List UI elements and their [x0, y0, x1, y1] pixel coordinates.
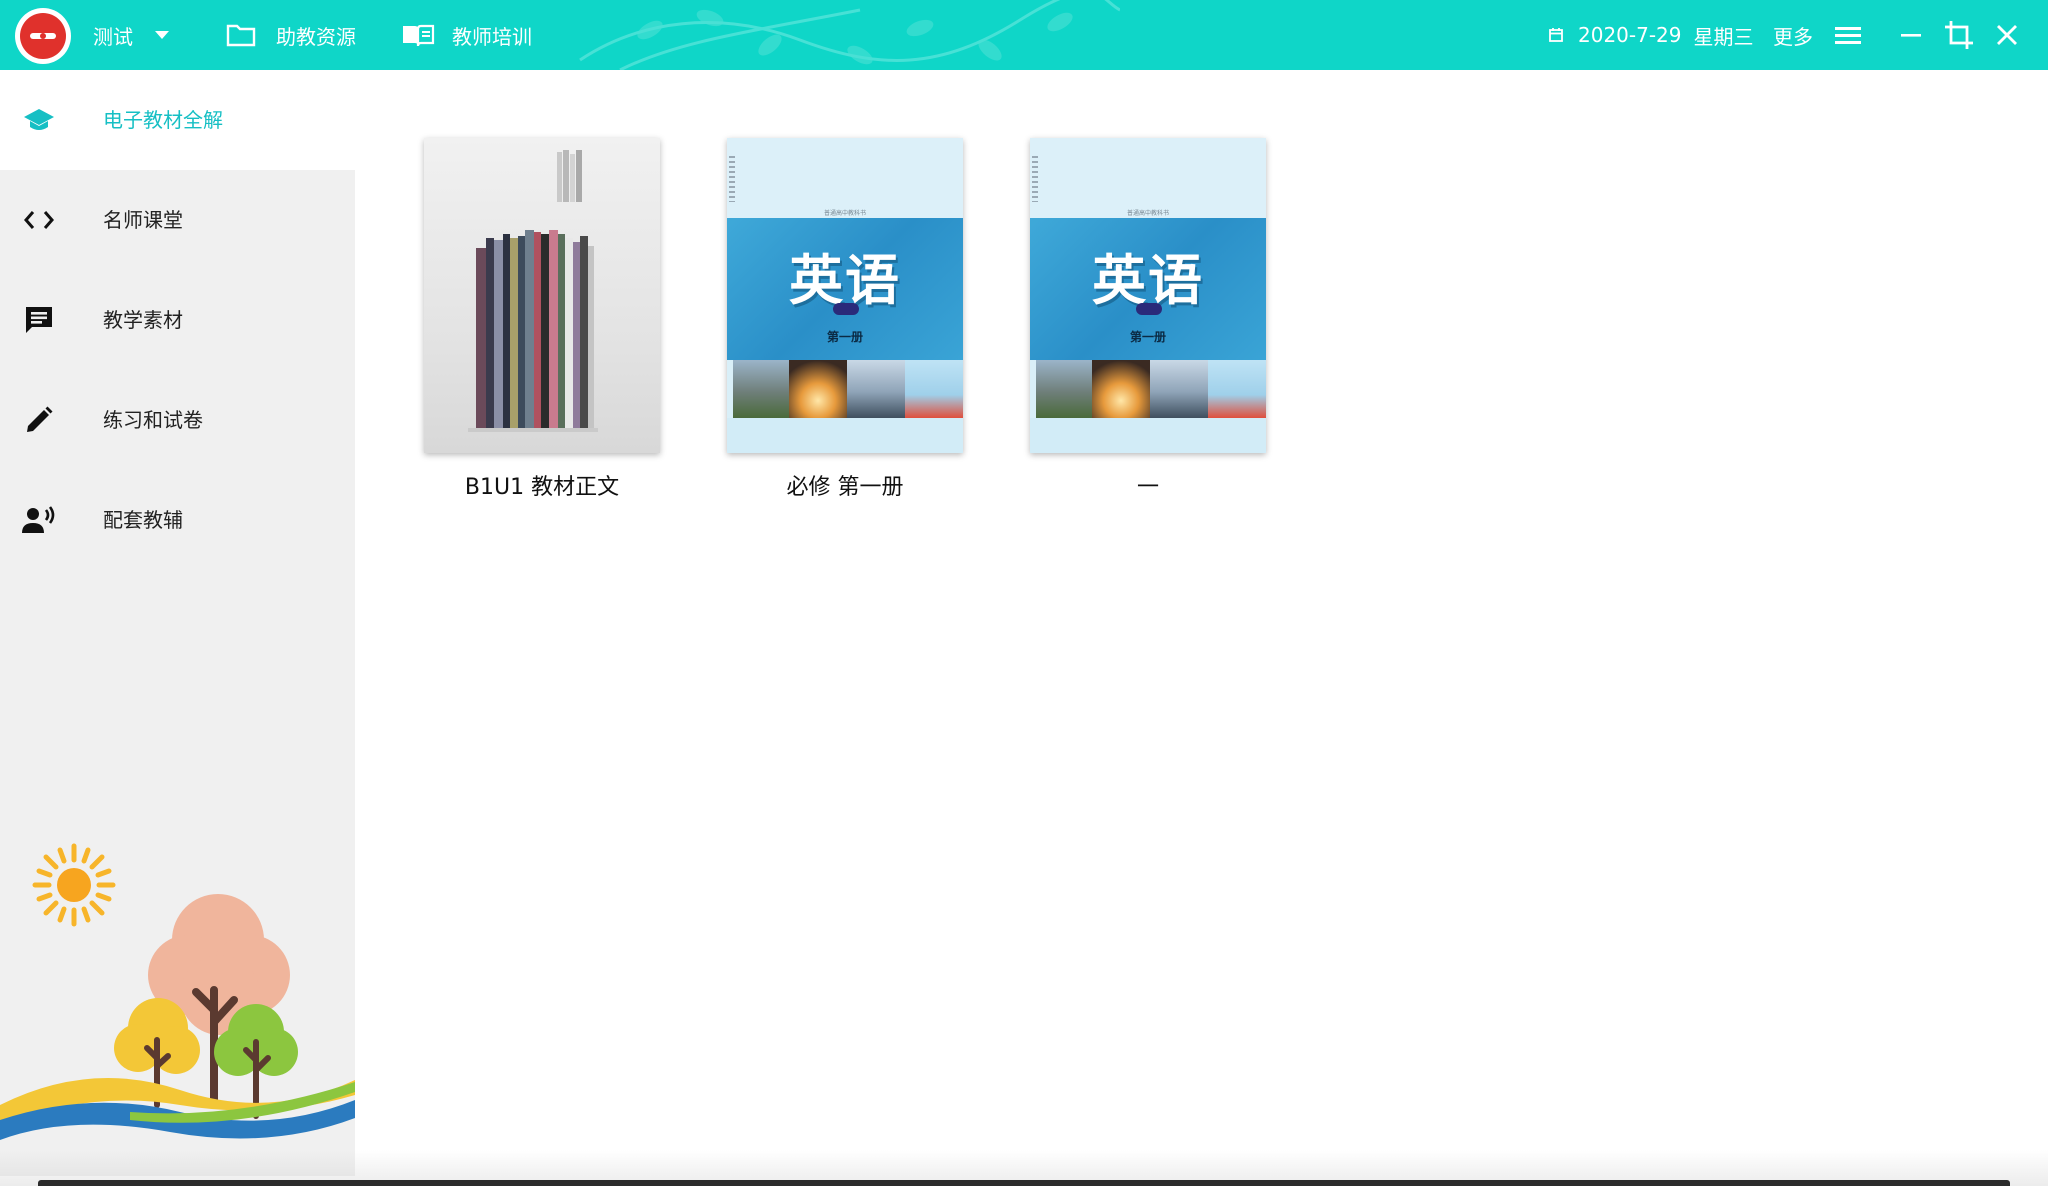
close-button[interactable]: [1987, 0, 2027, 70]
book-stack-illustration: [468, 150, 598, 432]
sidebar-label-e-textbook: 电子教材全解: [103, 108, 223, 132]
main-content: B1U1 教材正文 普通高中教科书 英语 第一册 必修 第一册 普通高中教科书 …: [355, 70, 2048, 1176]
book-card[interactable]: 普通高中教科书 英语 第一册 必修 第一册: [727, 138, 963, 501]
book-card[interactable]: B1U1 教材正文: [424, 138, 660, 501]
hamburger-menu-icon: [1835, 27, 1861, 44]
cover-badge: [833, 303, 859, 315]
open-book-icon: [403, 24, 435, 47]
logo-mark-icon: [30, 33, 56, 39]
nav-label-teacher-training: 教师培训: [452, 24, 532, 49]
sidebar-label-master-class: 名师课堂: [103, 208, 183, 232]
sidebar-item-teaching-materials[interactable]: 教学素材: [0, 270, 355, 370]
cover-photo-strip: [1036, 360, 1266, 418]
nav-teaching-resources[interactable]: 助教资源: [226, 0, 356, 70]
book-cover-stack: [424, 138, 660, 453]
calendar-icon: [1549, 28, 1563, 42]
cover-bottom-band: [727, 418, 963, 453]
cover-top-band: [1030, 138, 1266, 218]
speaker-person-icon: [22, 504, 56, 536]
more-menu-button[interactable]: 更多: [1773, 0, 1861, 70]
close-icon: [1997, 25, 2017, 45]
sidebar-label-supplementary: 配套教辅: [103, 508, 183, 532]
minimize-button[interactable]: [1891, 0, 1931, 70]
folder-icon: [226, 24, 256, 47]
crop-window-button[interactable]: [1939, 0, 1979, 70]
nav-label-teaching-resources: 助教资源: [276, 24, 356, 49]
user-switcher[interactable]: 测试: [93, 0, 169, 70]
cover-photo-strip: [733, 360, 963, 418]
bottom-edge: [38, 1180, 2010, 1186]
code-brackets-icon: [22, 204, 56, 236]
more-label: 更多: [1773, 24, 1813, 49]
book-cover-english: 普通高中教科书 英语 第一册: [1030, 138, 1266, 453]
cover-bottom-band: [1030, 418, 1266, 453]
book-card[interactable]: 普通高中教科书 英语 第一册 一: [1030, 138, 1266, 501]
book-cover-english: 普通高中教科书 英语 第一册: [727, 138, 963, 453]
top-bar: 测试 助教资源 教师培训 2020-7-29 星期三 更多: [0, 0, 2048, 70]
nav-teacher-training[interactable]: 教师培训: [401, 0, 532, 70]
sidebar-item-supplementary[interactable]: 配套教辅: [0, 470, 355, 570]
sidebar-label-teaching-materials: 教学素材: [103, 308, 183, 332]
crop-icon: [1945, 21, 1973, 49]
trees-sun-illustration: [0, 843, 355, 1140]
cover-volume: 第一册: [1129, 330, 1166, 344]
graduation-cap-icon: [22, 104, 56, 136]
weekday-text: 星期三: [1693, 24, 1754, 49]
date-text: 2020-7-29: [1578, 23, 1682, 47]
cover-top-band: [727, 138, 963, 218]
sidebar-label-exercises-tests: 练习和试卷: [103, 408, 203, 432]
sun-icon: [32, 843, 116, 927]
cover-series-text: 普通高中教科书: [1126, 210, 1169, 217]
logo-emblem: [20, 13, 66, 59]
sidebar-item-master-class[interactable]: 名师课堂: [0, 170, 355, 270]
user-label: 测试: [93, 24, 133, 49]
book-title: 必修 第一册: [786, 475, 904, 500]
cover-series-text: 普通高中教科书: [823, 210, 866, 217]
sidebar-item-e-textbook[interactable]: 电子教材全解: [0, 70, 355, 170]
book-title: 一: [1136, 475, 1159, 500]
minimize-icon: [1901, 34, 1921, 37]
leaf-pattern-decoration: [579, 0, 1120, 70]
cover-badge: [1136, 303, 1162, 315]
cover-side-text: [729, 156, 735, 202]
sidebar-item-exercises-tests[interactable]: 练习和试卷: [0, 370, 355, 470]
sidebar: 电子教材全解 名师课堂 教学素材 练习和试卷 配套教辅: [0, 70, 355, 1176]
message-icon: [22, 304, 56, 336]
caret-down-icon: [155, 31, 169, 39]
book-title: B1U1 教材正文: [464, 475, 620, 500]
date-display: 2020-7-29 星期三: [1548, 0, 1754, 70]
pencil-icon: [22, 404, 56, 436]
app-logo[interactable]: [15, 8, 71, 64]
cover-side-text: [1032, 156, 1038, 202]
cover-volume: 第一册: [826, 330, 863, 344]
